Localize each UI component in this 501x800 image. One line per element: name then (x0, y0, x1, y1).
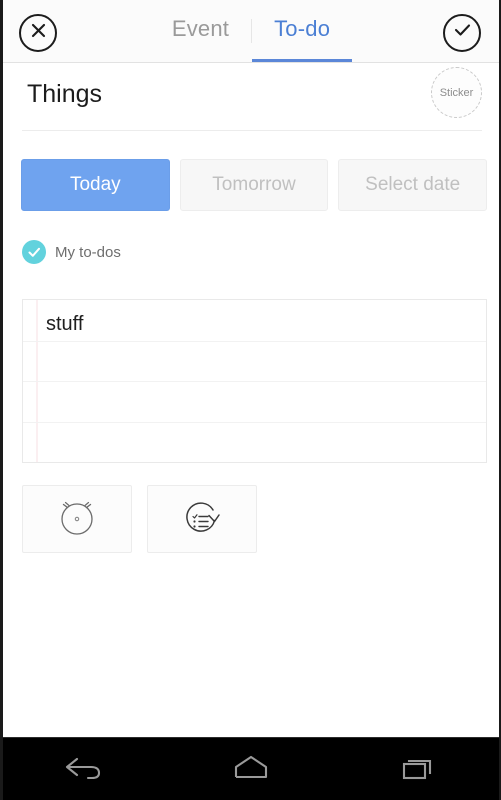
back-icon (61, 752, 107, 787)
date-option-select-date-label: Select date (365, 174, 461, 195)
action-button-row (22, 485, 257, 553)
done-button[interactable] (443, 14, 481, 52)
repeat-checklist-icon (180, 496, 224, 543)
my-todos-row[interactable]: My to-dos (22, 240, 121, 264)
repeat-button[interactable] (147, 485, 257, 553)
tab-todo-label: To-do (274, 16, 331, 41)
my-todos-label: My to-dos (55, 243, 121, 261)
top-bar: Event To-do (3, 0, 499, 63)
alarm-clock-icon (55, 496, 99, 543)
date-option-today-label: Today (69, 174, 121, 195)
check-icon (453, 22, 472, 44)
tab-bar: Event To-do (3, 0, 499, 62)
close-icon (30, 22, 47, 44)
title-row: Things Sticker (3, 64, 499, 132)
nav-home-button[interactable] (216, 746, 286, 792)
notepad-area[interactable]: stuff (22, 299, 487, 463)
app-screen: Event To-do Things Sticker Today Tomorro… (0, 0, 501, 800)
date-option-select-date[interactable]: Select date (338, 159, 488, 211)
recents-icon (396, 752, 440, 787)
date-option-tomorrow[interactable]: Tomorrow (179, 159, 329, 211)
date-option-today[interactable]: Today (21, 159, 170, 211)
title-divider (22, 130, 482, 131)
check-circle-filled-icon (22, 240, 46, 264)
notepad-rule (23, 422, 486, 423)
sticker-button[interactable]: Sticker (431, 67, 482, 118)
android-nav-bar (3, 737, 499, 800)
notepad-text: stuff (46, 313, 84, 335)
notepad-rule (23, 341, 486, 342)
date-selector: Today Tomorrow Select date (21, 159, 488, 211)
tab-todo[interactable]: To-do (252, 0, 353, 62)
sticker-label: Sticker (439, 86, 474, 99)
nav-recents-button[interactable] (383, 746, 453, 792)
notepad-rule (23, 381, 486, 382)
tab-event-label: Event (171, 16, 230, 41)
date-option-tomorrow-label: Tomorrow (212, 174, 296, 195)
tab-event[interactable]: Event (150, 0, 251, 62)
home-icon (229, 752, 273, 787)
page-title: Things (27, 80, 103, 108)
close-button[interactable] (19, 14, 57, 52)
reminder-button[interactable] (22, 485, 132, 553)
nav-back-button[interactable] (49, 746, 119, 792)
